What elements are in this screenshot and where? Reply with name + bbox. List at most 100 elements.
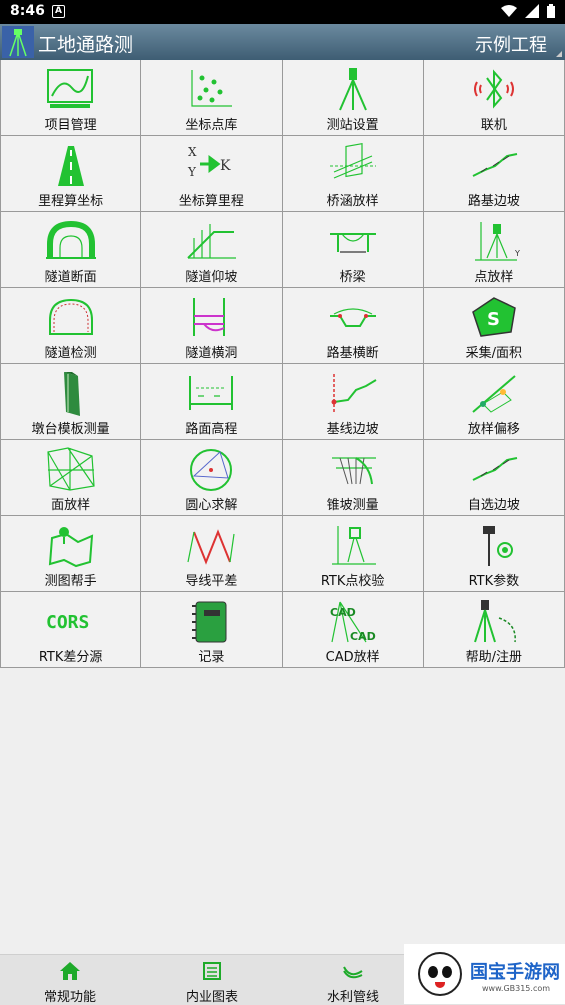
pier-icon	[44, 370, 98, 416]
function-project-manage[interactable]: 项目管理	[0, 60, 142, 136]
function-label: 桥涵放样	[326, 194, 379, 209]
home-icon	[60, 962, 80, 980]
svg-text:CAD: CAD	[330, 606, 356, 619]
function-custom-slope[interactable]: 自选边坡	[423, 440, 565, 516]
charts-icon	[203, 962, 221, 980]
function-label: 采集/面积	[465, 346, 523, 361]
traverse-icon	[184, 522, 238, 568]
function-cad[interactable]: CAD CAD CAD放样	[282, 592, 424, 668]
function-pier[interactable]: 墩台模板测量	[0, 364, 142, 440]
baseline-slope-icon	[326, 370, 380, 416]
function-label: 导线平差	[185, 574, 238, 589]
function-label: 墩台模板测量	[31, 422, 110, 437]
function-bridge[interactable]: 桥梁	[282, 212, 424, 288]
rtk-params-icon	[467, 522, 521, 568]
function-tunnel-slope[interactable]: 隧道仰坡	[141, 212, 283, 288]
function-point-stakeout[interactable]: Y 点放样	[423, 212, 565, 288]
title-bar: 工地通路测 示例工程	[0, 24, 565, 60]
function-tunnel-check[interactable]: 隧道检测	[0, 288, 142, 364]
function-traverse[interactable]: 导线平差	[141, 516, 283, 592]
function-label: 测站设置	[326, 118, 379, 133]
function-label: 自选边坡	[467, 498, 520, 513]
nav-tab-pipeline[interactable]: 水利管线	[288, 955, 418, 1005]
svg-text:S: S	[487, 309, 500, 330]
function-label: 路基横断	[326, 346, 379, 361]
function-baseline-slope[interactable]: 基线边坡	[282, 364, 424, 440]
function-help[interactable]: 帮助/注册	[423, 592, 565, 668]
tunnel-cross-icon	[184, 294, 238, 340]
pipeline-icon	[343, 966, 363, 979]
svg-text:Y: Y	[187, 165, 197, 179]
bridge-icon	[326, 218, 380, 264]
svg-text:K: K	[220, 158, 231, 174]
function-label: 隧道仰坡	[185, 270, 238, 285]
slope-line-icon	[467, 142, 521, 188]
function-coord-points[interactable]: 坐标点库	[141, 60, 283, 136]
function-slope-line[interactable]: 路基边坡	[423, 136, 565, 212]
function-label: RTK点校验	[320, 574, 385, 589]
function-bluetooth[interactable]: 联机	[423, 60, 565, 136]
function-record-book[interactable]: 记录	[141, 592, 283, 668]
function-tunnel[interactable]: 隧道断面	[0, 212, 142, 288]
function-tunnel-cross[interactable]: 隧道横洞	[141, 288, 283, 364]
circle-center-icon	[184, 446, 238, 492]
function-label: 项目管理	[44, 118, 97, 133]
svg-text:X: X	[188, 145, 197, 159]
function-label: 点放样	[474, 270, 514, 285]
function-label: 隧道断面	[44, 270, 97, 285]
help-icon	[467, 598, 521, 644]
battery-icon	[547, 4, 555, 18]
function-road-elevation[interactable]: 路面高程	[141, 364, 283, 440]
function-label: 路面高程	[185, 422, 238, 437]
panda-logo-icon	[418, 952, 462, 996]
function-rtk-params[interactable]: RTK参数	[423, 516, 565, 592]
function-label: 圆心求解	[185, 498, 238, 513]
function-xy-to-k[interactable]: X Y K 坐标算里程	[141, 136, 283, 212]
function-label: 帮助/注册	[465, 650, 523, 665]
function-label: 放样偏移	[467, 422, 520, 437]
tunnel-check-icon	[44, 294, 98, 340]
function-rtk-check[interactable]: RTK点校验	[282, 516, 424, 592]
cors-icon: CORS	[44, 598, 98, 644]
function-map-helper[interactable]: 测图帮手	[0, 516, 142, 592]
function-label: 测图帮手	[44, 574, 97, 589]
function-cors[interactable]: CORS RTK差分源	[0, 592, 142, 668]
xy-to-k-icon: XY K	[184, 142, 238, 188]
function-label: 坐标算里程	[178, 194, 244, 209]
function-label: 面放样	[51, 498, 91, 513]
culvert-icon	[326, 142, 380, 188]
function-label: 里程算坐标	[38, 194, 104, 209]
nav-label: 常规功能	[43, 990, 96, 1005]
area-collect-icon: S	[467, 294, 521, 340]
function-cone-slope[interactable]: 锥坡测量	[282, 440, 424, 516]
road-elevation-icon	[184, 370, 238, 416]
function-road[interactable]: 里程算坐标	[0, 136, 142, 212]
rtk-check-icon	[326, 522, 380, 568]
function-culvert[interactable]: 桥涵放样	[282, 136, 424, 212]
watermark-title: 国宝手游网	[470, 962, 560, 983]
app-title: 工地通路测	[38, 34, 134, 56]
status-right	[501, 4, 555, 18]
function-surface[interactable]: 面放样	[0, 440, 142, 516]
function-offset[interactable]: 放样偏移	[423, 364, 565, 440]
function-grid: 项目管理 坐标点库 测站设置 联机 里程算坐标 X Y K 坐标算里程 桥涵放样 路基边坡 隧道断面隧…	[0, 60, 565, 668]
function-label: 桥梁	[339, 270, 366, 285]
function-label: CAD放样	[325, 650, 380, 665]
function-station-setup[interactable]: 测站设置	[282, 60, 424, 136]
offset-icon	[467, 370, 521, 416]
signal-icon	[525, 4, 539, 18]
function-circle-center[interactable]: 圆心求解	[141, 440, 283, 516]
nav-tab-general[interactable]: 常规功能	[5, 955, 135, 1005]
function-label: RTK差分源	[38, 650, 103, 665]
function-area-collect[interactable]: S 采集/面积	[423, 288, 565, 364]
function-label: 基线边坡	[326, 422, 379, 437]
surface-icon	[44, 446, 98, 492]
project-selector[interactable]: 示例工程	[475, 31, 547, 57]
project-manage-icon	[44, 66, 98, 112]
watermark-url: www.GB315.com	[482, 984, 551, 993]
function-cross-section[interactable]: 路基横断	[282, 288, 424, 364]
coord-points-icon	[184, 66, 238, 112]
nav-tab-charts[interactable]: 内业图表	[147, 955, 277, 1005]
function-label: RTK参数	[468, 574, 520, 589]
tunnel-icon	[44, 218, 98, 264]
